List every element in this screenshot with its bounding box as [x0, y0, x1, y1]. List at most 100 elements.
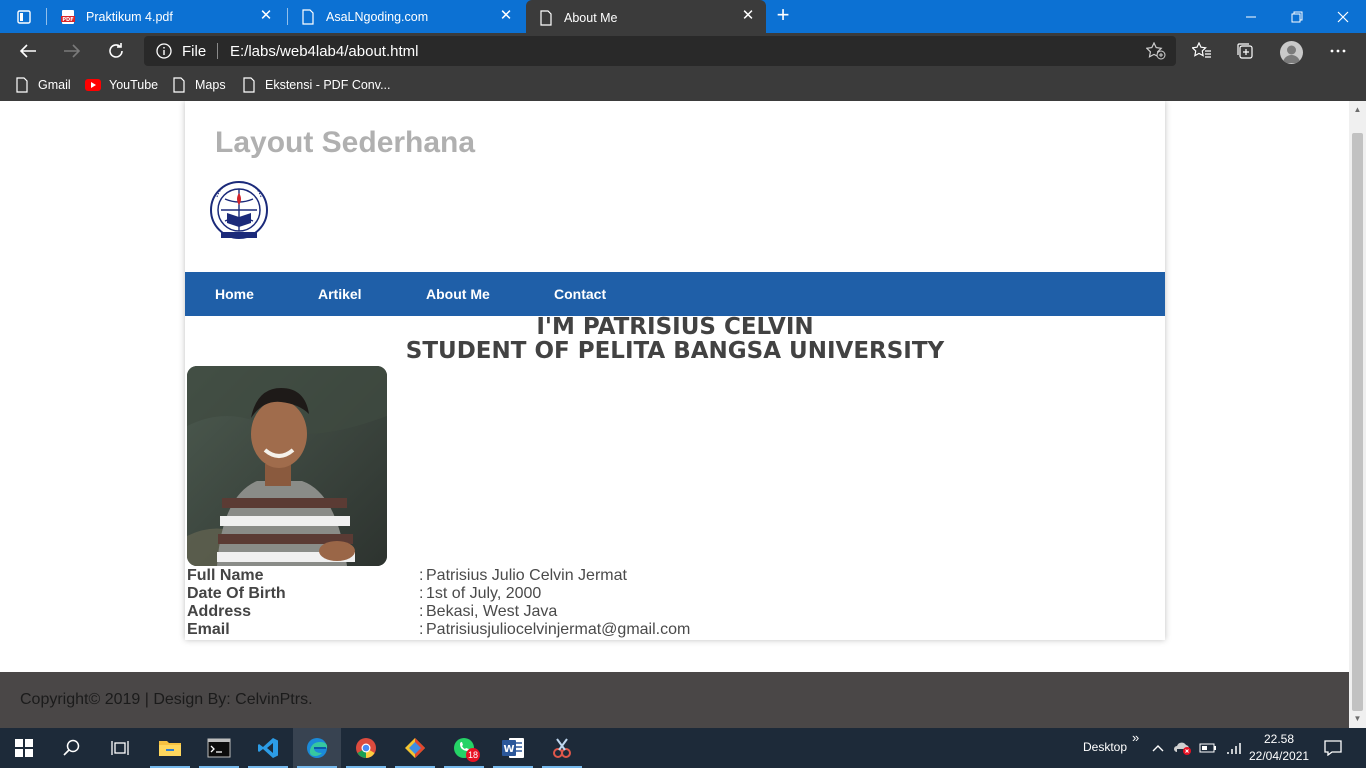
back-icon[interactable] [14, 39, 42, 63]
clock-date[interactable]: 22/04/2021 [1249, 749, 1309, 763]
bio-value: 1st of July, 2000 [426, 585, 542, 602]
bookmark-youtube[interactable]: YouTube [85, 75, 158, 95]
task-view-icon[interactable] [96, 728, 144, 768]
address-bar: File E:/labs/web4lab4/about.html [0, 33, 1366, 69]
git-kraken-icon[interactable] [391, 728, 439, 768]
chrome-icon[interactable] [342, 728, 390, 768]
bookmark-label: Ekstensi - PDF Conv... [265, 78, 391, 92]
more-menu-icon[interactable] [1325, 39, 1351, 63]
tab-label: Praktikum 4.pdf [86, 9, 173, 24]
snipping-tool-icon[interactable] [538, 728, 586, 768]
page-icon [241, 77, 257, 93]
heading-line-1: I'M PATRISIUS CELVIN [536, 314, 814, 340]
site-title: Layout Sederhana [215, 126, 476, 159]
page-viewport: Layout Sederhana Home Artikel About Me C… [0, 101, 1349, 728]
taskbar: 18 W Desktop » 22.58 22/04/2021 [0, 728, 1366, 768]
bookmark-label: Maps [195, 78, 226, 92]
scroll-down-icon[interactable]: ▼ [1349, 712, 1366, 726]
desktop-toolbar-chevron[interactable]: » [1132, 730, 1139, 745]
favorites-icon[interactable] [1189, 39, 1215, 63]
clock-time[interactable]: 22.58 [1264, 732, 1294, 746]
scroll-up-icon[interactable]: ▲ [1349, 103, 1366, 117]
wifi-icon[interactable] [1222, 728, 1244, 768]
main-nav: Home Artikel About Me Contact [185, 272, 1165, 316]
bio-separator: : [419, 585, 424, 602]
refresh-icon[interactable] [102, 39, 130, 63]
tab-close-icon[interactable]: ✕ [258, 8, 274, 24]
page-heading: I'M PATRISIUS CELVIN STUDENT OF PELITA B… [185, 315, 1165, 363]
tab-praktikum[interactable]: PDF Praktikum 4.pdf ✕ [48, 0, 284, 33]
bio-label: Date Of Birth [187, 585, 286, 602]
start-icon[interactable] [0, 728, 48, 768]
youtube-icon [85, 77, 101, 93]
profile-avatar[interactable] [1280, 41, 1303, 64]
show-hidden-icons[interactable] [1148, 728, 1168, 768]
tab-label: About Me [564, 10, 618, 25]
onedrive-error-icon[interactable] [1172, 728, 1194, 768]
bio-value: Patrisiusjuliocelvinjermat@gmail.com [426, 621, 691, 638]
restore-button[interactable] [1274, 0, 1320, 33]
bio-value: Bekasi, West Java [426, 603, 558, 620]
collections-icon[interactable] [1233, 39, 1259, 63]
bookmark-maps[interactable]: Maps [171, 75, 226, 95]
scroll-thumb[interactable] [1352, 133, 1363, 711]
desktop-toolbar-label[interactable]: Desktop [1083, 740, 1127, 754]
word-icon[interactable]: W [489, 728, 537, 768]
bookmark-label: Gmail [38, 78, 71, 92]
battery-icon[interactable] [1197, 728, 1219, 768]
pdf-icon: PDF [60, 9, 76, 25]
url-text[interactable]: E:/labs/web4lab4/about.html [230, 43, 418, 60]
svg-text:PDF: PDF [62, 17, 73, 23]
page-container: Layout Sederhana Home Artikel About Me C… [185, 101, 1165, 640]
edge-icon[interactable] [293, 728, 341, 768]
bio-row-full-name: Full Name : Patrisius Julio Celvin Jerma… [187, 567, 887, 585]
page-footer: Copyright© 2019 | Design By: CelvinPtrs. [0, 672, 1349, 728]
footer-copyright: Copyright© 2019 | Design By: CelvinPtrs. [20, 691, 313, 708]
whatsapp-icon[interactable]: 18 [440, 728, 488, 768]
url-scheme: File [182, 43, 207, 60]
tab-bar: PDF Praktikum 4.pdf ✕ AsaLNgoding.com ✕ … [0, 0, 1366, 35]
tab-close-icon[interactable]: ✕ [740, 8, 756, 24]
search-icon[interactable] [48, 728, 96, 768]
file-explorer-icon[interactable] [146, 728, 194, 768]
bio-row-date-of-birth: Date Of Birth : 1st of July, 2000 [187, 585, 887, 603]
nav-home[interactable]: Home [215, 286, 254, 302]
forward-icon[interactable] [58, 39, 86, 63]
url-field[interactable]: File E:/labs/web4lab4/about.html [144, 36, 1176, 66]
university-logo [207, 179, 271, 247]
bio-row-email: Email : Patrisiusjuliocelvinjermat@gmail… [187, 621, 887, 639]
url-divider [217, 43, 218, 59]
bio-separator: : [419, 621, 424, 638]
tab-asalngoding[interactable]: AsaLNgoding.com ✕ [288, 0, 524, 33]
bookmarks-bar: Gmail YouTube Maps Ekstensi - PDF Conv..… [0, 69, 1366, 101]
page-icon [171, 77, 187, 93]
nav-artikel[interactable]: Artikel [318, 286, 362, 302]
nav-contact[interactable]: Contact [554, 286, 606, 302]
bookmark-label: YouTube [109, 78, 159, 92]
bookmark-ekstensi[interactable]: Ekstensi - PDF Conv... [241, 75, 391, 95]
bio-table: Full Name : Patrisius Julio Celvin Jerma… [187, 567, 887, 639]
new-tab-button[interactable]: + [770, 4, 796, 27]
close-window-button[interactable] [1320, 0, 1366, 33]
minimize-button[interactable] [1228, 0, 1274, 33]
terminal-icon[interactable] [195, 728, 243, 768]
heading-line-2: STUDENT OF PELITA BANGSA UNIVERSITY [405, 338, 945, 364]
info-icon[interactable] [156, 43, 172, 64]
bookmark-gmail[interactable]: Gmail [14, 75, 71, 95]
vscode-icon[interactable] [244, 728, 292, 768]
nav-about-me[interactable]: About Me [426, 286, 490, 302]
svg-text:W: W [503, 744, 514, 755]
bio-separator: : [419, 567, 424, 584]
whatsapp-badge: 18 [465, 748, 480, 762]
tab-actions-icon[interactable] [8, 6, 40, 28]
tab-label: AsaLNgoding.com [326, 9, 429, 24]
bio-value: Patrisius Julio Celvin Jermat [426, 567, 627, 584]
notification-center-icon[interactable] [1318, 728, 1348, 768]
tab-close-icon[interactable]: ✕ [498, 8, 514, 24]
page-scrollbar[interactable]: ▲ ▼ [1349, 101, 1366, 728]
page-icon [538, 9, 554, 26]
tab-about-me[interactable]: About Me ✕ [526, 0, 766, 35]
bio-separator: : [419, 603, 424, 620]
bio-label: Full Name [187, 567, 264, 584]
add-favorite-icon[interactable] [1145, 41, 1166, 65]
